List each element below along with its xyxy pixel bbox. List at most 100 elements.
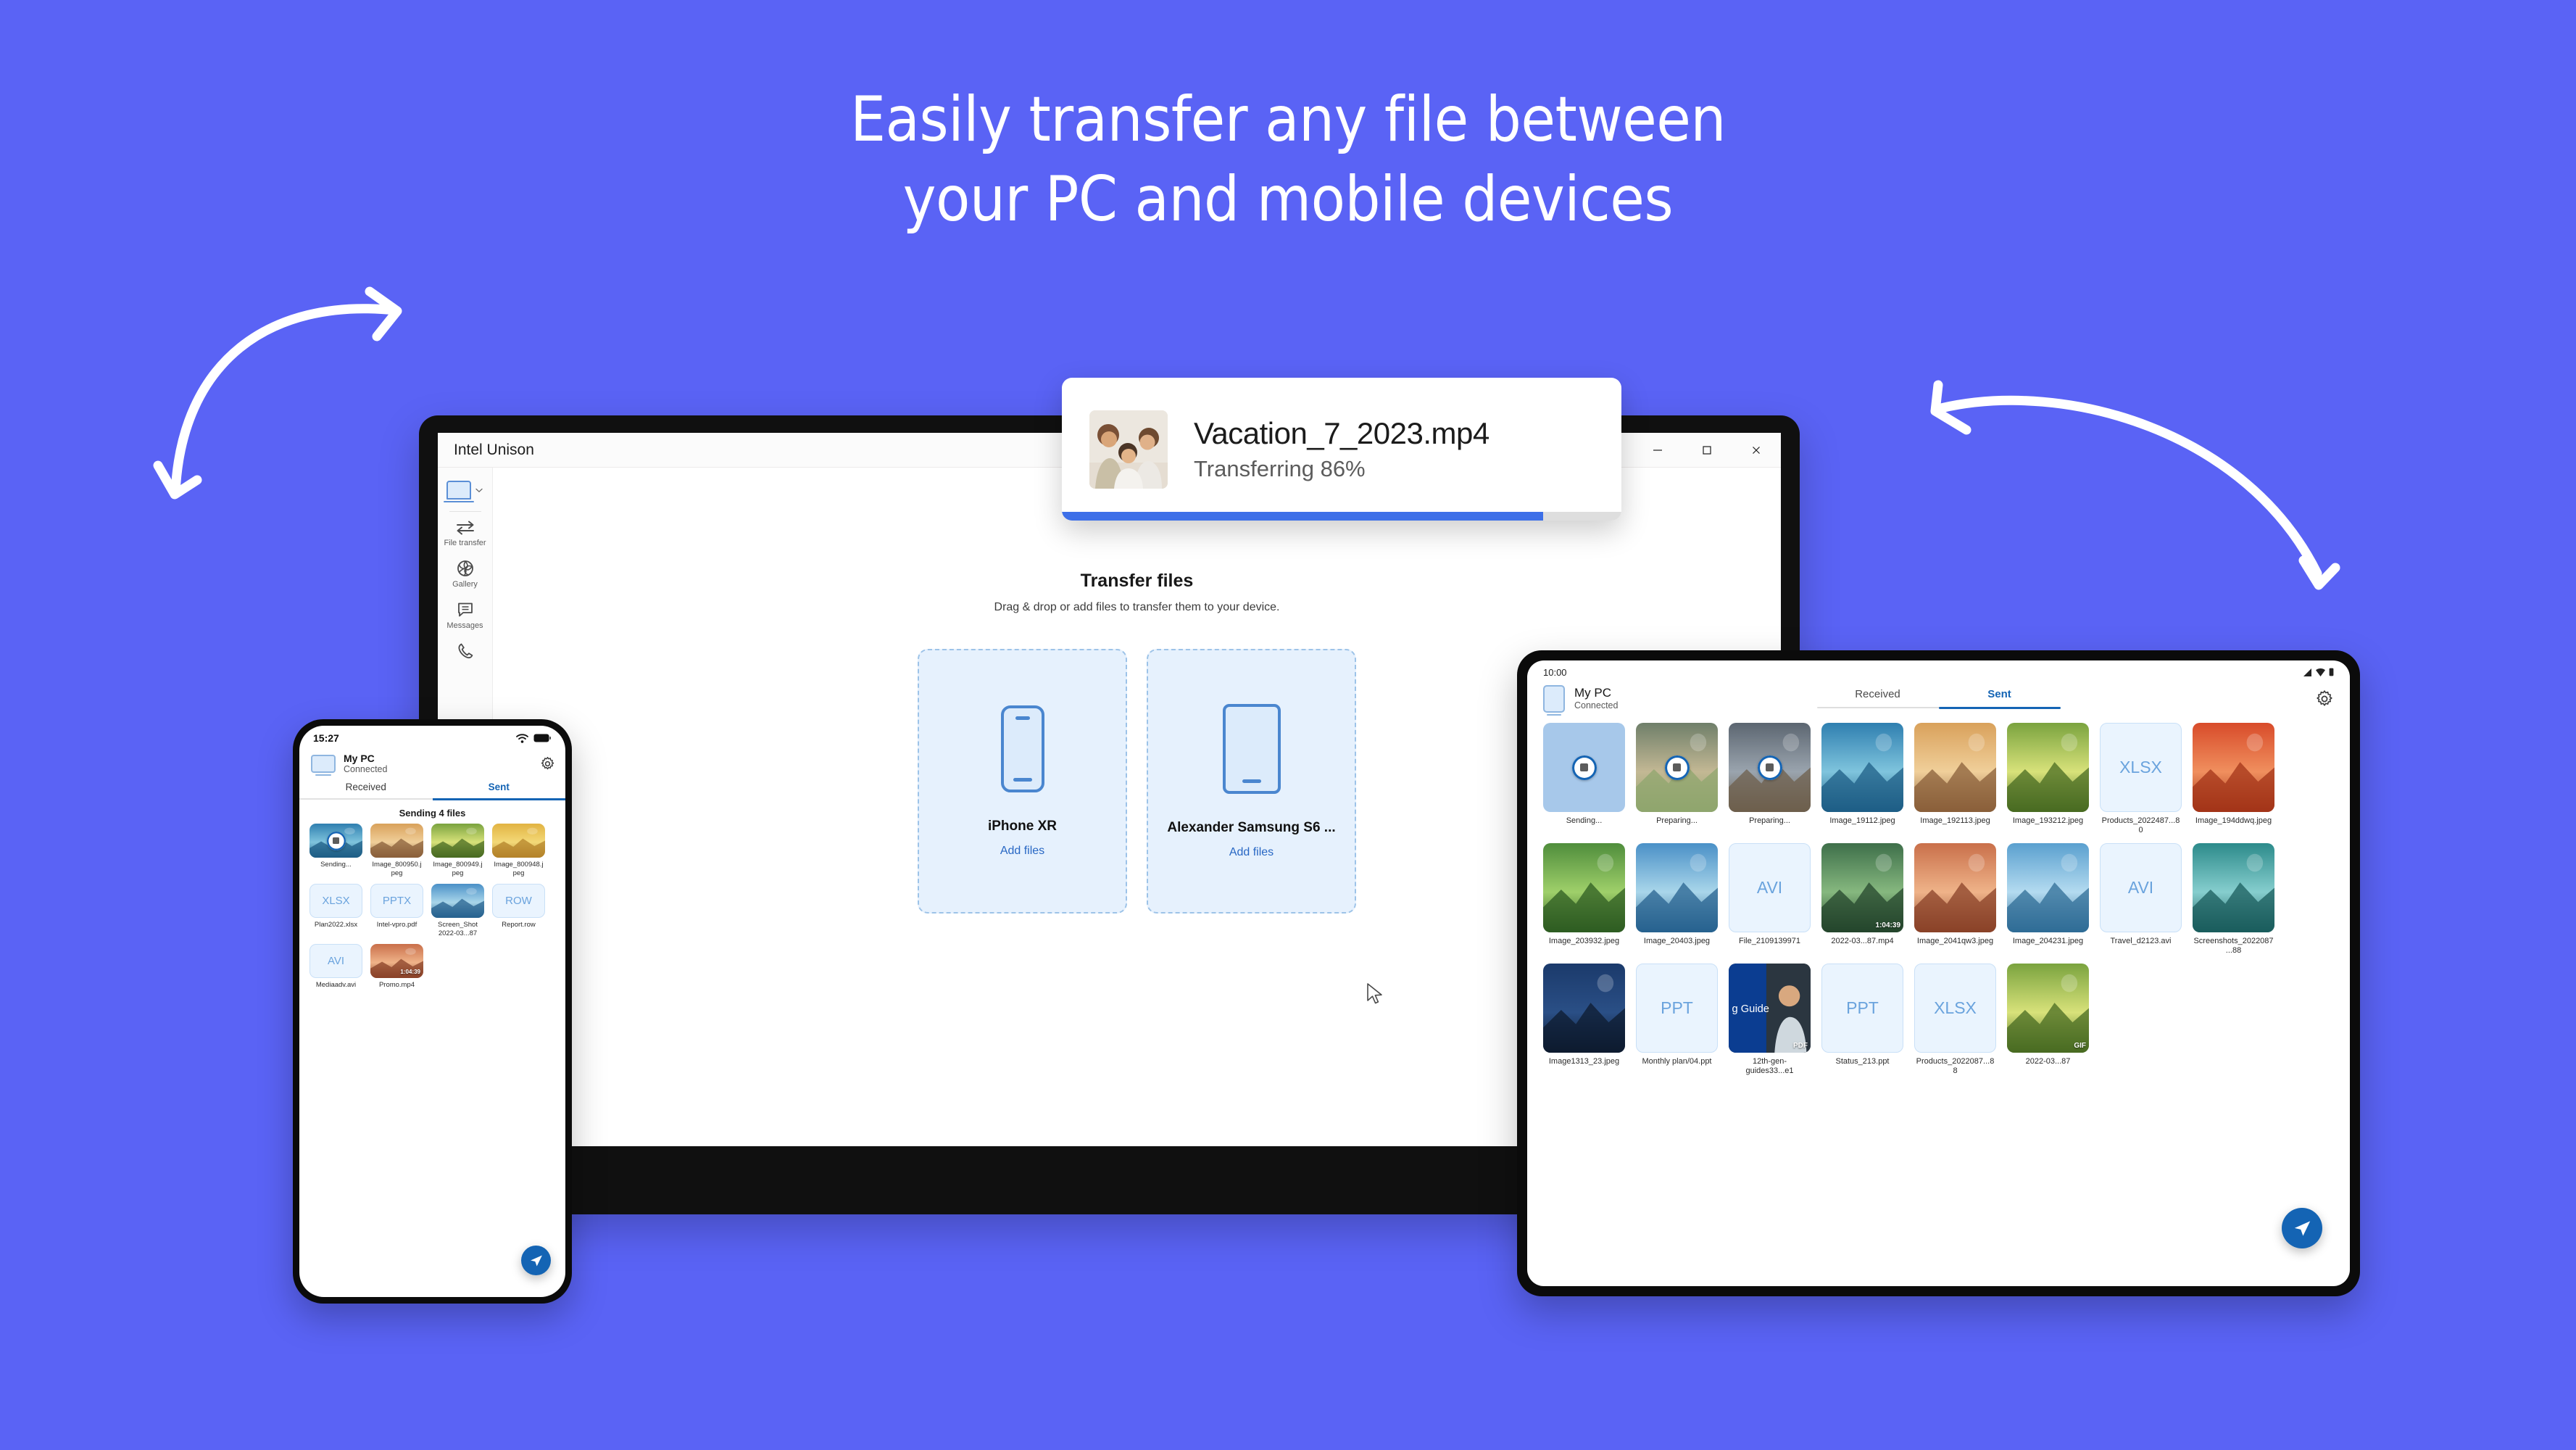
file-tile[interactable]: Image_19112.jpeg [1821, 723, 1903, 836]
notification-filename: Vacation_7_2023.mp4 [1194, 416, 1489, 450]
dropzone-samsung[interactable]: Alexander Samsung S6 ... Add files [1147, 649, 1356, 914]
file-tile[interactable]: AVI Travel_d2123.avi [2100, 842, 2182, 956]
close-button[interactable] [1732, 433, 1781, 467]
tab-received[interactable]: Received [299, 782, 433, 798]
image-thumbnail-tile [1914, 723, 1996, 812]
gear-icon[interactable] [540, 756, 555, 771]
file-tile[interactable]: Image_20403.jpeg [1636, 842, 1718, 956]
tab-sent[interactable]: Sent [433, 782, 566, 798]
file-tile[interactable]: 1:04:39 Promo.mp4 [370, 944, 423, 990]
file-name-label: Image_800950.jpeg [372, 861, 422, 877]
tablet-status-bar: 10:00 [1527, 660, 2350, 684]
image-thumbnail-tile: GIF [2007, 963, 2089, 1053]
maximize-button[interactable] [1682, 433, 1732, 467]
add-files-link[interactable]: Add files [1229, 846, 1274, 859]
tab-received[interactable]: Received [1817, 688, 1939, 707]
file-name-label: Image_19112.jpeg [1829, 816, 1895, 825]
chat-bubble-icon [457, 602, 473, 617]
sidebar-item-gallery[interactable]: Gallery [438, 559, 492, 589]
file-tile[interactable]: Preparing... [1636, 723, 1718, 836]
transfer-files-subtitle: Drag & drop or add files to transfer the… [994, 601, 1280, 613]
file-tile[interactable]: Preparing... [1729, 723, 1811, 836]
send-paper-plane-icon [2294, 1220, 2310, 1236]
page-title: Easily transfer any file between your PC… [0, 80, 2576, 239]
file-name-label: Screen_Shot 2022-03...87 [438, 921, 478, 937]
file-extension-label: AVI [1756, 877, 1783, 897]
file-tile[interactable]: Sending... [1543, 723, 1625, 836]
sidebar-item-label: Gallery [452, 580, 478, 589]
phone-pc-status: Connected [344, 764, 388, 775]
notification-text: Vacation_7_2023.mp4 Transferring 86% [1194, 416, 1489, 481]
sidebar-item-calls[interactable] [438, 642, 492, 663]
phone-tab-indicator [299, 798, 565, 800]
file-tile[interactable]: Image_194ddwq.jpeg [2193, 723, 2274, 836]
sidebar-item-file-transfer[interactable]: File transfer [438, 519, 492, 547]
send-button[interactable] [2282, 1208, 2322, 1248]
file-tile[interactable]: Image_800950.jpeg [370, 824, 423, 877]
file-tile[interactable]: AVI Mediaadv.avi [309, 944, 362, 990]
file-tile[interactable]: Image1313_23.jpeg [1543, 963, 1625, 1077]
image-thumbnail-tile [1729, 723, 1811, 812]
image-thumbnail-tile [309, 824, 362, 858]
file-tile[interactable]: Image_800948.jpeg [492, 824, 545, 877]
file-tile[interactable]: Sending... [309, 824, 362, 877]
file-name-label: Screenshots_2022087...88 [2193, 936, 2274, 956]
file-tile[interactable]: Image_192113.jpeg [1914, 723, 1996, 836]
phone-status-time: 15:27 [313, 732, 339, 744]
phone-file-grid: Sending... Image_800950.jpeg Image_800949.… [299, 824, 565, 990]
sidebar-item-messages[interactable]: Messages [438, 600, 492, 630]
file-tile[interactable]: PPT Monthly plan/04.ppt [1636, 963, 1718, 1077]
phone-tabs: Received Sent [299, 782, 565, 798]
file-tile[interactable]: Image_800949.jpeg [431, 824, 484, 877]
file-tile[interactable]: XLSX Plan2022.xlsx [309, 884, 362, 937]
transfer-notification-toast[interactable]: Vacation_7_2023.mp4 Transferring 86% [1062, 378, 1621, 521]
add-files-link[interactable]: Add files [1000, 845, 1044, 858]
battery-icon [533, 734, 551, 742]
file-tile[interactable]: PPT Status_213.ppt [1821, 963, 1903, 1077]
file-tile[interactable]: XLSX Products_2022087...88 [1914, 963, 1996, 1077]
document-tile: XLSX [2100, 723, 2182, 812]
pending-tile [1543, 723, 1625, 812]
device-selector[interactable] [443, 481, 484, 503]
pc-monitor-icon [311, 755, 336, 776]
file-tile[interactable]: GIF 2022-03...87 [2007, 963, 2089, 1077]
file-tile[interactable]: Image_2041qw3.jpeg [1914, 842, 1996, 956]
file-name-label: Status_213.ppt [1835, 1056, 1890, 1066]
battery-icon [2329, 668, 2334, 676]
phone-sending-label: Sending 4 files [399, 808, 466, 819]
file-extension-label: XLSX [2119, 758, 2162, 776]
transfer-progress-bar [1062, 512, 1621, 521]
format-badge: GIF [2074, 1041, 2086, 1050]
curved-double-arrow-right-icon [1930, 380, 2340, 590]
tablet-pc-name: My PC [1574, 685, 1611, 700]
file-tile[interactable]: g Guide PDF 12th-gen-guides33...e1 [1729, 963, 1811, 1077]
transfer-spinner-icon [1571, 755, 1597, 780]
gear-icon[interactable] [2315, 689, 2334, 708]
phone-device: 15:27 My PC Connected Received Sent Send… [293, 719, 572, 1304]
image-thumbnail-tile [431, 824, 484, 858]
file-name-label: Sending... [320, 861, 352, 869]
notification-status: Transferring 86% [1194, 456, 1366, 481]
file-name-label: Image_194ddwq.jpeg [2195, 816, 2272, 825]
phone-pc-name: My PC [344, 753, 375, 764]
file-tile[interactable]: Screenshots_2022087...88 [2193, 842, 2274, 956]
send-button[interactable] [521, 1246, 551, 1275]
pc-monitor-icon [1543, 685, 1565, 716]
file-tile[interactable]: ROW Report.row [492, 884, 545, 937]
minimize-button[interactable] [1633, 433, 1682, 467]
file-tile[interactable]: PPTX Intel-vpro.pdf [370, 884, 423, 937]
file-tile[interactable]: Image_193212.jpeg [2007, 723, 2089, 836]
file-tile[interactable]: 1:04:39 2022-03...87.mp4 [1821, 842, 1903, 956]
wifi-icon [516, 733, 528, 743]
document-tile: PPT [1636, 963, 1718, 1053]
file-tile[interactable]: Image_204231.jpeg [2007, 842, 2089, 956]
file-tile[interactable]: Screen_Shot 2022-03...87 [431, 884, 484, 937]
send-paper-plane-icon [530, 1255, 542, 1266]
dropzone-iphone[interactable]: iPhone XR Add files [918, 649, 1127, 914]
file-name-label: Image_204231.jpeg [2012, 936, 2084, 945]
file-tile[interactable]: XLSX Products_2022487...80 [2100, 723, 2182, 836]
sidebar-item-label: File transfer [444, 539, 486, 547]
file-tile[interactable]: AVI File_2109139971 [1729, 842, 1811, 956]
file-tile[interactable]: Image_203932.jpeg [1543, 842, 1625, 956]
tab-sent[interactable]: Sent [1939, 688, 2061, 707]
